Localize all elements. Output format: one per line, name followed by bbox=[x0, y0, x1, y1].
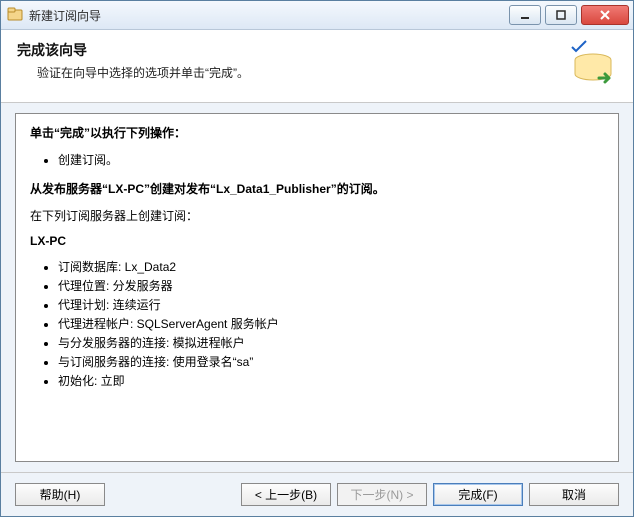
button-bar: 帮助(H) < 上一步(B) 下一步(N) > 完成(F) 取消 bbox=[1, 472, 633, 516]
cancel-button[interactable]: 取消 bbox=[529, 483, 619, 506]
detail-item: 初始化: 立即 bbox=[58, 372, 604, 389]
finish-button[interactable]: 完成(F) bbox=[433, 483, 523, 506]
back-button[interactable]: < 上一步(B) bbox=[241, 483, 331, 506]
close-button[interactable] bbox=[581, 5, 629, 25]
help-button[interactable]: 帮助(H) bbox=[15, 483, 105, 506]
detail-item: 代理计划: 连续运行 bbox=[58, 296, 604, 313]
page-subtitle: 验证在向导中选择的选项并单击“完成”。 bbox=[37, 64, 561, 81]
subscriber-details: 订阅数据库: Lx_Data2 代理位置: 分发服务器 代理计划: 连续运行 代… bbox=[30, 258, 604, 389]
wizard-window: 新建订阅向导 完成该向导 验证在向导中选择的选项并单击“完成”。 bbox=[0, 0, 634, 517]
detail-item: 与分发服务器的连接: 模拟进程帐户 bbox=[58, 334, 604, 351]
next-button[interactable]: 下一步(N) > bbox=[337, 483, 427, 506]
action-item: 创建订阅。 bbox=[58, 151, 604, 168]
page-title: 完成该向导 bbox=[17, 40, 561, 60]
title-bar: 新建订阅向导 bbox=[1, 1, 633, 30]
maximize-button[interactable] bbox=[545, 5, 577, 25]
detail-item: 代理进程帐户: SQLServerAgent 服务帐户 bbox=[58, 315, 604, 332]
minimize-button[interactable] bbox=[509, 5, 541, 25]
detail-item: 订阅数据库: Lx_Data2 bbox=[58, 258, 604, 275]
detail-item: 与订阅服务器的连接: 使用登录名“sa” bbox=[58, 353, 604, 370]
subscriber-name: LX-PC bbox=[30, 234, 604, 248]
content-area: 单击“完成”以执行下列操作： 创建订阅。 从发布服务器“LX-PC”创建对发布“… bbox=[1, 103, 633, 472]
on-subscribers-line: 在下列订阅服务器上创建订阅： bbox=[30, 207, 604, 224]
wizard-header: 完成该向导 验证在向导中选择的选项并单击“完成”。 bbox=[1, 30, 633, 103]
detail-item: 代理位置: 分发服务器 bbox=[58, 277, 604, 294]
execute-heading: 单击“完成”以执行下列操作： bbox=[30, 124, 604, 141]
app-icon bbox=[7, 7, 23, 23]
from-publisher-line: 从发布服务器“LX-PC”创建对发布“Lx_Data1_Publisher”的订… bbox=[30, 180, 604, 197]
summary-panel[interactable]: 单击“完成”以执行下列操作： 创建订阅。 从发布服务器“LX-PC”创建对发布“… bbox=[15, 113, 619, 462]
window-title: 新建订阅向导 bbox=[29, 7, 509, 24]
window-controls bbox=[509, 5, 629, 25]
wizard-icon bbox=[569, 40, 617, 88]
